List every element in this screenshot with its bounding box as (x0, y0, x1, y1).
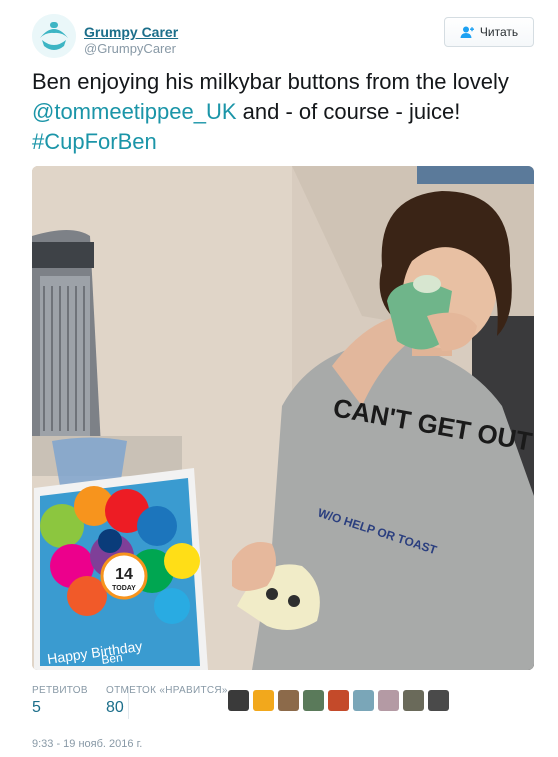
liker-avatar[interactable] (403, 690, 424, 711)
author-name[interactable]: Grumpy Carer (84, 24, 178, 40)
tweet-text: Ben enjoying his milkybar buttons from t… (32, 67, 532, 157)
liker-avatar[interactable] (303, 690, 324, 711)
liker-avatars (228, 690, 449, 711)
mention-link[interactable]: @tommeetippee_UK (32, 99, 237, 124)
tweet-text-part: Ben enjoying his milkybar buttons from t… (32, 69, 509, 94)
hashtag-link[interactable]: #CupForBen (32, 129, 157, 154)
tweet-stats: РЕТВИТОВ 5 ОТМЕТОК «НРАВИТСЯ» 80 (32, 685, 536, 721)
card-today: TODAY (112, 585, 136, 592)
follow-button-label: Читать (479, 25, 519, 39)
liker-avatar[interactable] (428, 690, 449, 711)
liker-avatar[interactable] (278, 690, 299, 711)
tweet-header: Grumpy Carer @GrumpyCarer Читать (32, 14, 538, 64)
liker-avatar[interactable] (378, 690, 399, 711)
likes-label: ОТМЕТОК «НРАВИТСЯ» (106, 685, 228, 696)
liker-avatar[interactable] (253, 690, 274, 711)
author-handle[interactable]: @GrumpyCarer (84, 41, 176, 56)
liker-avatar[interactable] (328, 690, 349, 711)
author-avatar[interactable] (32, 14, 76, 58)
photo-illustration: 14 TODAY Happy Birthday Ben CAN'T GET OU… (32, 166, 534, 670)
card-name-text: Ben (100, 650, 123, 667)
follow-button[interactable]: Читать (444, 17, 534, 47)
tweet-timestamp[interactable]: 9:33 - 19 нояб. 2016 г. (32, 738, 142, 750)
retweets-label: РЕТВИТОВ (32, 685, 88, 696)
retweets-stat[interactable]: РЕТВИТОВ 5 (32, 685, 88, 717)
liker-avatar[interactable] (353, 690, 374, 711)
likes-stat[interactable]: ОТМЕТОК «НРАВИТСЯ» 80 (106, 685, 228, 717)
liker-avatar[interactable] (228, 690, 249, 711)
tweet-text-part: and - of course - juice! (236, 99, 461, 124)
add-user-icon (460, 26, 474, 38)
card-number: 14 (115, 566, 133, 583)
retweets-count: 5 (32, 699, 41, 716)
tweet-photo[interactable]: 14 TODAY Happy Birthday Ben CAN'T GET OU… (32, 166, 534, 670)
baby-bottle-logo-icon (32, 14, 76, 58)
likes-count: 80 (106, 699, 124, 716)
